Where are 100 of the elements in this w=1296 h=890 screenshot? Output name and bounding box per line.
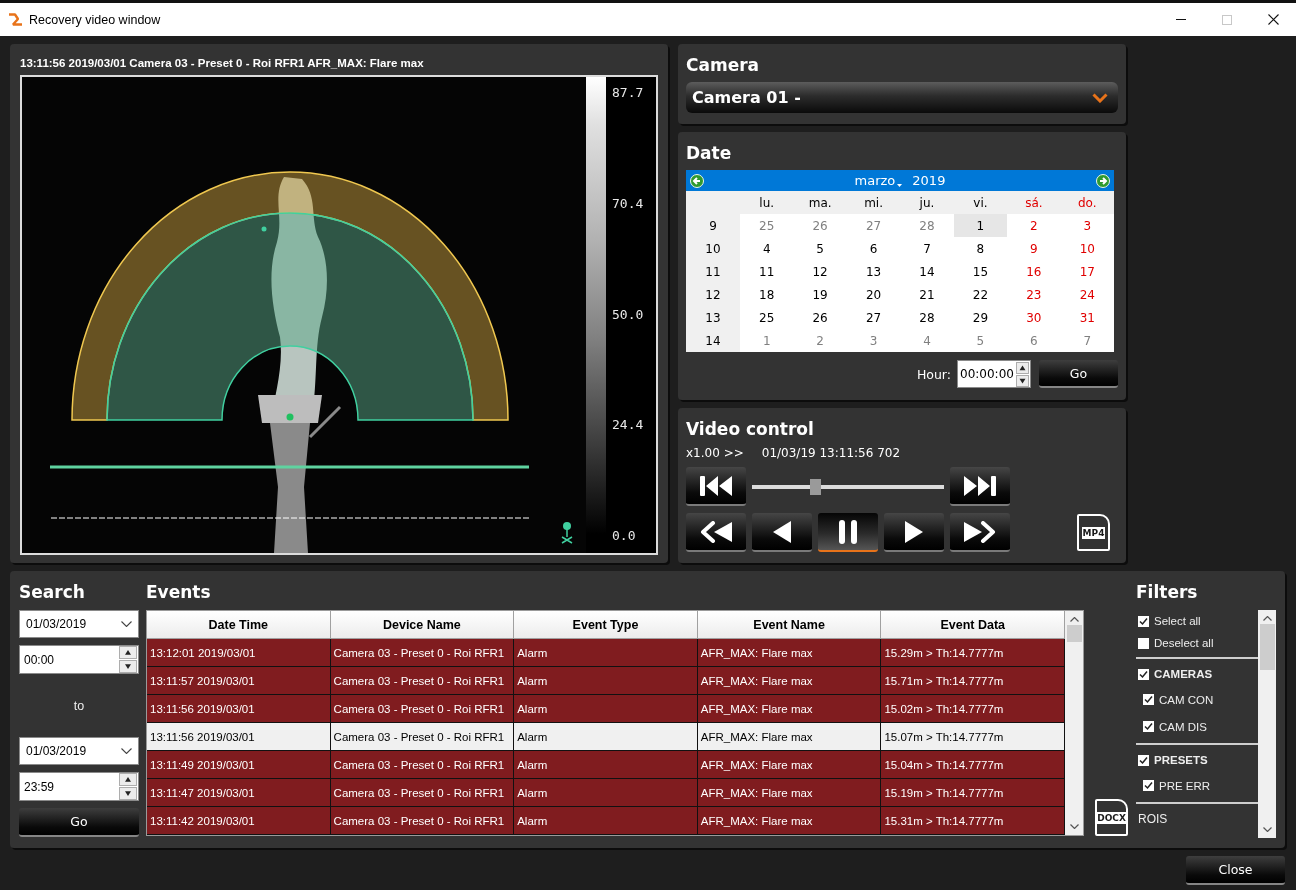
calendar-day[interactable]: 16: [1007, 260, 1061, 283]
year-label[interactable]: 2019: [912, 173, 946, 188]
scrollbar-thumb[interactable]: [1066, 625, 1082, 642]
calendar-day[interactable]: 18: [740, 283, 794, 306]
roi-outer-band[interactable]: [71, 171, 509, 421]
spin-down-icon[interactable]: [119, 787, 137, 800]
calendar-day[interactable]: 5: [793, 237, 847, 260]
checkbox[interactable]: [1138, 668, 1149, 680]
chevron-down-icon[interactable]: [1069, 824, 1079, 829]
date-dropdown[interactable]: 01/03/2019: [19, 610, 139, 638]
export-video-button[interactable]: MP4: [1077, 514, 1110, 551]
chevron-up-icon[interactable]: [1069, 617, 1079, 622]
calendar-day[interactable]: 24: [1060, 283, 1114, 306]
pause-button[interactable]: [818, 513, 878, 552]
calendar-day[interactable]: 28: [900, 306, 954, 329]
scrollbar-thumb[interactable]: [1259, 624, 1275, 670]
scrollbar[interactable]: [1065, 611, 1083, 835]
calendar-day[interactable]: 1: [740, 329, 794, 352]
spin-up-icon[interactable]: [119, 773, 137, 786]
column-header[interactable]: Event Type: [514, 611, 698, 639]
column-header[interactable]: Date Time: [147, 611, 331, 639]
column-header[interactable]: Device Name: [330, 611, 515, 639]
calendar-day[interactable]: 6: [1007, 329, 1061, 352]
calendar-day[interactable]: 30: [1007, 306, 1061, 329]
calendar-day[interactable]: 2: [1007, 214, 1061, 237]
time-field[interactable]: 23:59: [19, 772, 139, 801]
calendar-day[interactable]: 5: [953, 329, 1008, 352]
skip-end-button[interactable]: [950, 467, 1010, 506]
calendar-day[interactable]: 17: [1060, 260, 1114, 283]
calendar-day[interactable]: 3: [1060, 214, 1114, 237]
month-label[interactable]: marzo: [854, 173, 896, 188]
column-header[interactable]: Event Name: [697, 611, 882, 639]
checkbox[interactable]: [1143, 721, 1154, 732]
calendar-day[interactable]: 25: [740, 214, 794, 237]
table-row[interactable]: 13:11:57 2019/03/01 Camera 03 - Preset 0 - Roi RFR1 Alarm AFR_MAX: Flare max 15.71m > Th:14.7777m: [147, 667, 1065, 695]
skip-start-button[interactable]: [686, 467, 746, 506]
calendar-day[interactable]: 12: [793, 260, 847, 283]
calendar-day[interactable]: 3: [846, 329, 901, 352]
calendar-day[interactable]: 22: [953, 283, 1008, 306]
rewind-button[interactable]: [686, 513, 746, 552]
calendar-day[interactable]: 7: [900, 237, 954, 260]
arrow-right-icon[interactable]: [1096, 173, 1110, 188]
export-report-button[interactable]: DOCX: [1095, 799, 1128, 836]
calendar-day[interactable]: 25: [740, 306, 794, 329]
calendar-day[interactable]: 2: [793, 329, 847, 352]
table-row[interactable]: 13:11:56 2019/03/01 Camera 03 - Preset 0 - Roi RFR1 Alarm AFR_MAX: Flare max 15.02m > Th:14.7777m: [147, 695, 1065, 723]
checkbox[interactable]: [1138, 615, 1149, 627]
table-row[interactable]: 13:11:47 2019/03/01 Camera 03 - Preset 0 - Roi RFR1 Alarm AFR_MAX: Flare max 15.19m > Th:14.7777m: [147, 779, 1065, 807]
calendar-day[interactable]: 8: [953, 237, 1008, 260]
table-row[interactable]: 13:11:56 2019/03/01 Camera 03 - Preset 0 - Roi RFR1 Alarm AFR_MAX: Flare max 15.07m > Th:14.7777m: [147, 723, 1065, 751]
spin-up-icon[interactable]: [119, 646, 137, 659]
calendar-day[interactable]: 31: [1060, 306, 1114, 329]
caret-icon[interactable]: [897, 183, 903, 187]
scrollbar[interactable]: [1258, 610, 1276, 838]
go-button[interactable]: Go: [1039, 360, 1118, 388]
checkbox[interactable]: [1138, 637, 1149, 649]
close-button[interactable]: Close: [1186, 856, 1285, 885]
camera-dropdown[interactable]: Camera 01 -: [686, 82, 1118, 113]
calendar-day[interactable]: 19: [793, 283, 847, 306]
calendar-day[interactable]: 27: [846, 214, 901, 237]
go-button[interactable]: Go: [19, 808, 139, 837]
roi-inner-zone[interactable]: [106, 212, 474, 421]
fast-forward-button[interactable]: [950, 513, 1010, 552]
checkbox[interactable]: [1143, 780, 1154, 791]
slider-thumb[interactable]: [809, 478, 821, 495]
play-button[interactable]: [884, 513, 944, 552]
table-row[interactable]: 13:11:42 2019/03/01 Camera 03 - Preset 0 - Roi RFR1 Alarm AFR_MAX: Flare max 15.31m > Th:14.7777m: [147, 807, 1065, 835]
calendar-day[interactable]: 23: [1007, 283, 1061, 306]
calendar-day[interactable]: 14: [900, 260, 954, 283]
chevron-up-icon[interactable]: [1262, 616, 1272, 621]
chevron-down-icon[interactable]: [121, 748, 132, 754]
date-dropdown[interactable]: 01/03/2019: [19, 737, 139, 765]
column-header[interactable]: Event Data: [881, 611, 1065, 639]
calendar-day[interactable]: 26: [793, 214, 847, 237]
calendar-day[interactable]: 11: [740, 260, 794, 283]
calendar-day[interactable]: 4: [900, 329, 954, 352]
calendar-day[interactable]: 10: [1060, 237, 1114, 260]
hour-field[interactable]: 00:00:00: [957, 360, 1031, 388]
calendar-day[interactable]: 4: [740, 237, 794, 260]
table-row[interactable]: 13:12:01 2019/03/01 Camera 03 - Preset 0 - Roi RFR1 Alarm AFR_MAX: Flare max 15.29m > Th:14.7777m: [147, 639, 1065, 667]
arrow-left-icon[interactable]: [690, 173, 704, 188]
table-row[interactable]: 13:11:49 2019/03/01 Camera 03 - Preset 0 - Roi RFR1 Alarm AFR_MAX: Flare max 15.04m > Th:14.7777m: [147, 751, 1065, 779]
chevron-down-icon[interactable]: [121, 621, 132, 627]
chevron-down-icon[interactable]: [1262, 827, 1272, 832]
checkbox[interactable]: [1138, 754, 1149, 766]
calendar-day[interactable]: 6: [846, 237, 901, 260]
close-icon[interactable]: [1267, 14, 1279, 25]
time-field[interactable]: 00:00: [19, 645, 139, 674]
step-back-button[interactable]: [752, 513, 812, 552]
calendar-day[interactable]: 9: [1007, 237, 1061, 260]
calendar-day[interactable]: 28: [900, 214, 954, 237]
calendar-day[interactable]: 21: [900, 283, 954, 306]
calendar-day[interactable]: 20: [846, 283, 901, 306]
calendar-day[interactable]: 29: [953, 306, 1008, 329]
calendar-day[interactable]: 26: [793, 306, 847, 329]
calendar-day[interactable]: 7: [1060, 329, 1114, 352]
calendar-day[interactable]: 1: [953, 214, 1008, 237]
calendar-day[interactable]: 15: [953, 260, 1008, 283]
calendar-day[interactable]: 27: [846, 306, 901, 329]
checkbox[interactable]: [1143, 694, 1154, 705]
